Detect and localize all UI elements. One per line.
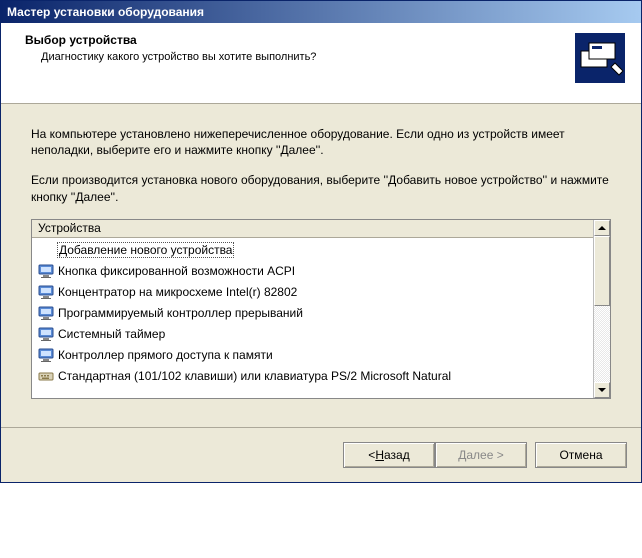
arrow-up-icon [598, 226, 606, 230]
list-item-label: Контроллер прямого доступа к памяти [58, 348, 273, 362]
monitor-icon [38, 347, 54, 363]
monitor-icon [38, 284, 54, 300]
titlebar[interactable]: Мастер установки оборудования [1, 1, 641, 23]
next-button: Далее > [435, 442, 527, 468]
window-title: Мастер установки оборудования [7, 5, 204, 19]
page-subtitle: Диагностику какого устройство вы хотите … [41, 51, 575, 63]
list-item[interactable]: Кнопка фиксированной возможности ACPI [32, 261, 593, 282]
instruction-2: Если производится установка нового обору… [31, 172, 611, 204]
device-list-inner: Устройства Добавление нового устройства К… [32, 220, 593, 398]
list-item-label: Системный таймер [58, 327, 165, 341]
arrow-down-icon [598, 388, 606, 392]
scroll-thumb[interactable] [594, 236, 610, 306]
list-item[interactable]: Системный таймер [32, 324, 593, 345]
monitor-icon [38, 326, 54, 342]
cancel-button[interactable]: Отмена [535, 442, 627, 468]
nav-button-group: < Назад Далее > [343, 442, 527, 468]
list-item[interactable]: Добавление нового устройства [32, 240, 593, 261]
list-item-label: Стандартная (101/102 клавиши) или клавиа… [58, 369, 451, 383]
scrollbar[interactable] [593, 220, 610, 398]
page-title: Выбор устройства [25, 33, 575, 47]
scroll-up-button[interactable] [594, 220, 610, 236]
monitor-icon [38, 263, 54, 279]
button-row: < Назад Далее > Отмена [1, 428, 641, 482]
wizard-window: Мастер установки оборудования Выбор устр… [0, 0, 642, 483]
list-item[interactable]: Программируемый контроллер прерываний [32, 303, 593, 324]
list-item-label: Концентратор на микросхеме Intel(r) 8280… [58, 285, 297, 299]
hardware-wizard-icon [575, 33, 625, 83]
list-item-label: Кнопка фиксированной возможности ACPI [58, 264, 295, 278]
list-item[interactable]: Стандартная (101/102 клавиши) или клавиа… [32, 366, 593, 387]
column-header-devices[interactable]: Устройства [32, 220, 593, 238]
blank-icon [38, 242, 54, 258]
monitor-icon [38, 305, 54, 321]
scroll-down-button[interactable] [594, 382, 610, 398]
list-item[interactable]: Контроллер прямого доступа к памяти [32, 345, 593, 366]
wizard-content: На компьютере установлено нижеперечислен… [1, 104, 641, 409]
wizard-header: Выбор устройства Диагностику какого устр… [1, 23, 641, 104]
list-item-label: Добавление нового устройства [57, 242, 234, 258]
instruction-1: На компьютере установлено нижеперечислен… [31, 126, 611, 158]
list-item-label: Программируемый контроллер прерываний [58, 306, 303, 320]
keyboard-icon [38, 368, 54, 384]
device-list[interactable]: Устройства Добавление нового устройства К… [31, 219, 611, 399]
header-text: Выбор устройства Диагностику какого устр… [25, 33, 575, 63]
back-button[interactable]: < Назад [343, 442, 435, 468]
list-item[interactable]: Концентратор на микросхеме Intel(r) 8280… [32, 282, 593, 303]
scroll-track[interactable] [594, 306, 610, 382]
